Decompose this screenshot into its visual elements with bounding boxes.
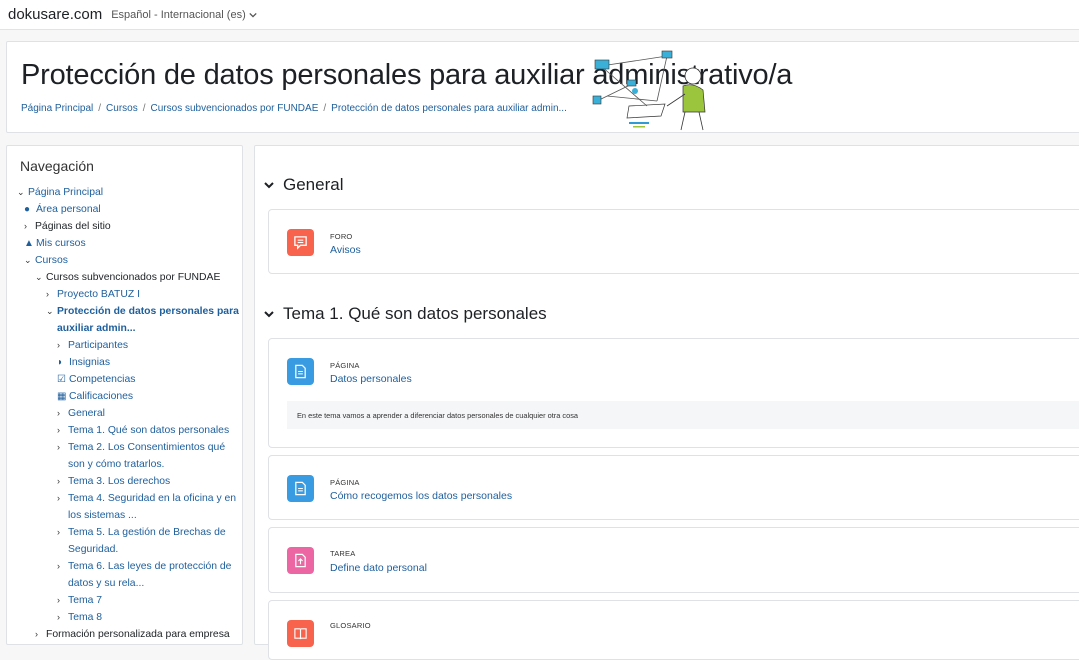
- course-content: General FORO Avisos Tema 1. Qué son dato…: [254, 145, 1079, 660]
- breadcrumb-courses[interactable]: Cursos: [106, 103, 138, 114]
- nav-item-dashboard[interactable]: ● Área personal: [17, 201, 239, 218]
- nav-item-tema8[interactable]: › Tema 8: [17, 609, 239, 626]
- chevron-right-icon: ›: [57, 476, 60, 486]
- language-menu[interactable]: Español - Internacional (es): [111, 9, 257, 21]
- chevron-right-icon: ›: [46, 289, 49, 299]
- glossary-icon: [287, 620, 314, 647]
- nav-item-fundae[interactable]: ⌄ Cursos subvencionados por FUNDAE: [17, 269, 239, 286]
- nav-item-tema7[interactable]: › Tema 7: [17, 592, 239, 609]
- activity-page-recogemos: PÁGINA Cómo recogemos los datos personal…: [268, 455, 1079, 520]
- site-name-link[interactable]: dokusare.com: [8, 6, 102, 23]
- navigation-tree: ⌄ Página Principal ● Área personal › Página…: [17, 184, 239, 643]
- activity-type: GLOSARIO: [330, 621, 371, 630]
- chevron-down-icon: ⌄: [35, 272, 43, 282]
- chevron-down-icon: [264, 311, 274, 318]
- activity-type: TAREA: [330, 549, 356, 558]
- nav-item-tema3[interactable]: › Tema 3. Los derechos: [17, 473, 239, 490]
- graduation-cap-icon: ▲: [24, 238, 34, 249]
- chevron-right-icon: ›: [57, 425, 60, 435]
- breadcrumb: Página Principal / Cursos / Cursos subvencio…: [21, 103, 567, 114]
- top-navbar: dokusare.com Español - Internacional (es…: [0, 0, 1079, 30]
- nav-item-batuz[interactable]: › Proyecto BATUZ I: [17, 286, 239, 303]
- chevron-down-icon: ⌄: [24, 255, 32, 265]
- chevron-down-icon: ⌄: [17, 187, 25, 197]
- chevron-right-icon: ›: [35, 629, 38, 639]
- page-icon: [287, 358, 314, 385]
- forum-icon: [287, 229, 314, 256]
- chevron-right-icon: ›: [57, 493, 60, 503]
- nav-item-badges[interactable]: ◗ Insignias: [17, 354, 239, 371]
- chevron-right-icon: ›: [57, 595, 60, 605]
- page-icon: [287, 475, 314, 502]
- chevron-right-icon: ›: [24, 221, 27, 231]
- chevron-right-icon: ›: [57, 561, 60, 571]
- nav-item-current-course[interactable]: ⌄ Protección de datos personales para aux…: [17, 303, 239, 337]
- nav-item-tema6[interactable]: › Tema 6. Las leyes de protección de dato…: [17, 558, 239, 592]
- activity-type: PÁGINA: [330, 361, 360, 370]
- nav-item-home[interactable]: ⌄ Página Principal: [17, 184, 239, 201]
- activity-link[interactable]: Avisos: [330, 244, 361, 256]
- check-square-icon: ☑: [57, 374, 66, 385]
- section-tema1-header[interactable]: Tema 1. Qué son datos personales: [263, 304, 547, 324]
- chevron-right-icon: ›: [57, 527, 60, 537]
- nav-item-tema2[interactable]: › Tema 2. Los Consentimientos qué son y c…: [17, 439, 239, 473]
- nav-item-general[interactable]: › General: [17, 405, 239, 422]
- nav-item-courses[interactable]: ⌄ Cursos: [17, 252, 239, 269]
- activity-page-datos: PÁGINA Datos personales En este tema vam…: [268, 338, 1079, 448]
- activity-link[interactable]: Cómo recogemos los datos personales: [330, 490, 512, 502]
- course-illustration: [592, 50, 706, 131]
- navigation-title: Navegación: [20, 158, 94, 174]
- nav-item-tema5[interactable]: › Tema 5. La gestión de Brechas de Seguri…: [17, 524, 239, 558]
- nav-item-participants[interactable]: › Participantes: [17, 337, 239, 354]
- breadcrumb-category[interactable]: Cursos subvencionados por FUNDAE: [151, 103, 319, 114]
- activity-link[interactable]: Define dato personal: [330, 562, 427, 574]
- nav-item-my-courses[interactable]: ▲ Mis cursos: [17, 235, 239, 252]
- activity-link[interactable]: Datos personales: [330, 373, 412, 385]
- chevron-down-icon: [249, 12, 257, 18]
- breadcrumb-home[interactable]: Página Principal: [21, 103, 93, 114]
- activity-assignment: TAREA Define dato personal: [268, 527, 1079, 593]
- navigation-block: Navegación ⌄ Página Principal ● Área perso…: [6, 145, 243, 645]
- chevron-down-icon: [264, 182, 274, 189]
- dashboard-icon: ●: [24, 204, 31, 215]
- section-title: Tema 1. Qué son datos personales: [283, 304, 547, 323]
- chevron-right-icon: ›: [57, 612, 60, 622]
- language-label: Español - Internacional (es): [111, 8, 246, 21]
- chevron-right-icon: ›: [57, 408, 60, 418]
- nav-item-tema4[interactable]: › Tema 4. Seguridad en la oficina y en lo…: [17, 490, 239, 524]
- activity-forum: FORO Avisos: [268, 209, 1079, 274]
- chevron-right-icon: ›: [57, 340, 60, 350]
- course-header: Protección de datos personales para auxi…: [6, 41, 1079, 133]
- assignment-icon: [287, 547, 314, 574]
- activity-type: PÁGINA: [330, 478, 360, 487]
- activity-description: En este tema vamos a aprender a diferenc…: [287, 401, 1079, 429]
- activity-glossary: GLOSARIO: [268, 600, 1079, 660]
- chevron-down-icon: ⌄: [46, 306, 54, 316]
- nav-item-site-pages[interactable]: › Páginas del sitio: [17, 218, 239, 235]
- nav-item-competencies[interactable]: ☑ Competencias: [17, 371, 239, 388]
- table-icon: ▦: [57, 391, 67, 402]
- nav-item-tema1[interactable]: › Tema 1. Qué son datos personales: [17, 422, 239, 439]
- section-title: General: [283, 175, 344, 194]
- shield-icon: ◗: [57, 357, 64, 368]
- breadcrumb-course[interactable]: Protección de datos personales para auxi…: [331, 103, 567, 114]
- section-general-header[interactable]: General: [263, 175, 343, 195]
- chevron-right-icon: ›: [57, 442, 60, 452]
- nav-item-custom-training[interactable]: › Formación personalizada para empresa: [17, 626, 239, 643]
- activity-type: FORO: [330, 232, 353, 241]
- nav-item-grades[interactable]: ▦ Calificaciones: [17, 388, 239, 405]
